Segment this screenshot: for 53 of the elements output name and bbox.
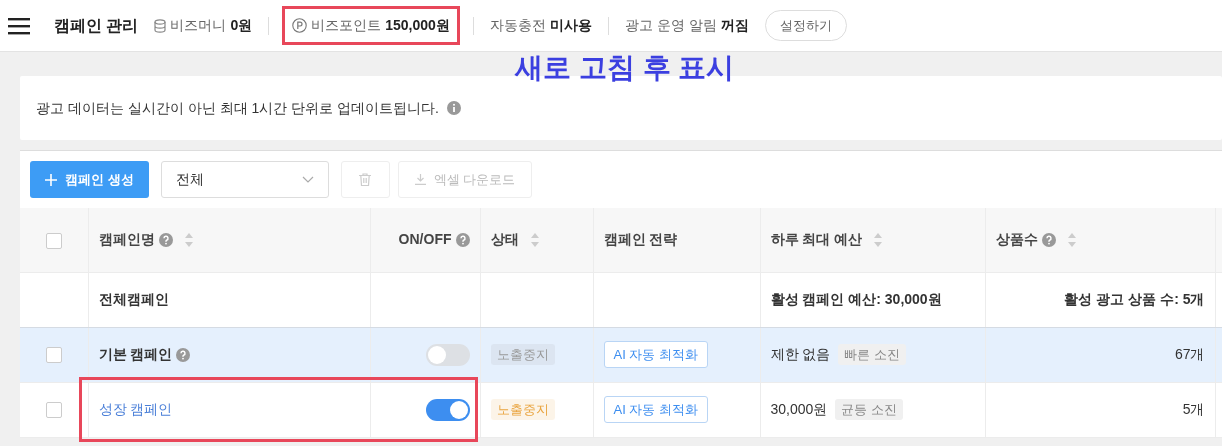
budget-value: 제한 없음 xyxy=(770,345,831,362)
coin-stack-icon xyxy=(154,18,167,33)
campaign-name-link[interactable]: 성장 캠페인 xyxy=(98,399,173,420)
row-checkbox[interactable] xyxy=(45,402,62,419)
product-count: 67개 xyxy=(1174,346,1205,362)
sort-icon[interactable] xyxy=(1067,232,1076,247)
product-count: 5개 xyxy=(1182,401,1205,417)
annotation-text: 새로 고침 후 표시 xyxy=(513,51,736,85)
budget-tag: 빠른 소진 xyxy=(838,343,906,366)
stat-value: 150,000원 xyxy=(385,16,450,35)
status-badge: 노출중지 xyxy=(490,343,555,366)
p-circle-icon xyxy=(292,18,308,33)
page-title: 캠페인 관리 xyxy=(54,15,139,36)
column-header: 하루 최대 예산 xyxy=(770,230,863,250)
sort-icon[interactable] xyxy=(874,232,883,247)
notice-text: 광고 데이터는 실시간이 아닌 최대 1시간 단위로 업데이트됩니다. xyxy=(36,98,439,118)
budget-tag: 균등 소진 xyxy=(835,398,903,421)
filter-dropdown[interactable]: 전체 xyxy=(160,161,329,198)
info-icon xyxy=(446,101,461,115)
stat-value: 꺼짐 xyxy=(720,16,749,35)
stat-label: 광고 운영 알림 xyxy=(624,16,717,35)
column-header: 캠페인 전략 xyxy=(603,230,678,250)
row-checkbox[interactable] xyxy=(45,347,62,364)
download-icon xyxy=(414,174,426,185)
summary-label: 전체캠페인 xyxy=(98,291,169,307)
sort-icon[interactable] xyxy=(184,232,193,247)
status-badge: 노출중지 xyxy=(490,398,555,421)
strategy-tag: AI 자동 최적화 xyxy=(603,340,708,369)
create-campaign-button[interactable]: 캠페인 생성 xyxy=(30,161,149,198)
sort-icon[interactable] xyxy=(530,232,539,247)
trash-icon xyxy=(359,173,372,186)
stat-value: 0원 xyxy=(230,16,253,35)
toggle-switch[interactable] xyxy=(425,343,470,366)
stat-label: 비즈포인트 xyxy=(311,16,382,35)
menu-icon[interactable] xyxy=(8,16,30,35)
chevron-down-icon xyxy=(301,176,314,183)
stat-label: 비즈머니 xyxy=(170,16,227,35)
column-header: 상품수 xyxy=(995,230,1038,250)
plus-icon xyxy=(45,173,57,186)
stat-value: 미사용 xyxy=(549,16,592,35)
select-all-checkbox[interactable] xyxy=(45,232,62,249)
column-header: 캠페인명 xyxy=(98,230,155,250)
column-header: ON/OFF xyxy=(398,230,452,250)
strategy-tag: AI 자동 최적화 xyxy=(603,395,708,424)
delete-button[interactable] xyxy=(340,161,390,198)
summary-product-count: 활성 광고 상품 수: 5개 xyxy=(1064,291,1205,307)
budget-value: 30,000원 xyxy=(770,400,828,417)
stat-label: 자동충전 xyxy=(489,16,546,35)
settings-button[interactable]: 설정하기 xyxy=(764,9,847,42)
summary-budget: 활성 캠페인 예산: 30,000원 xyxy=(770,291,942,307)
campaign-name: 기본 캠페인 xyxy=(98,345,173,364)
toggle-switch[interactable] xyxy=(425,398,470,421)
column-header: 상태 xyxy=(490,230,519,250)
